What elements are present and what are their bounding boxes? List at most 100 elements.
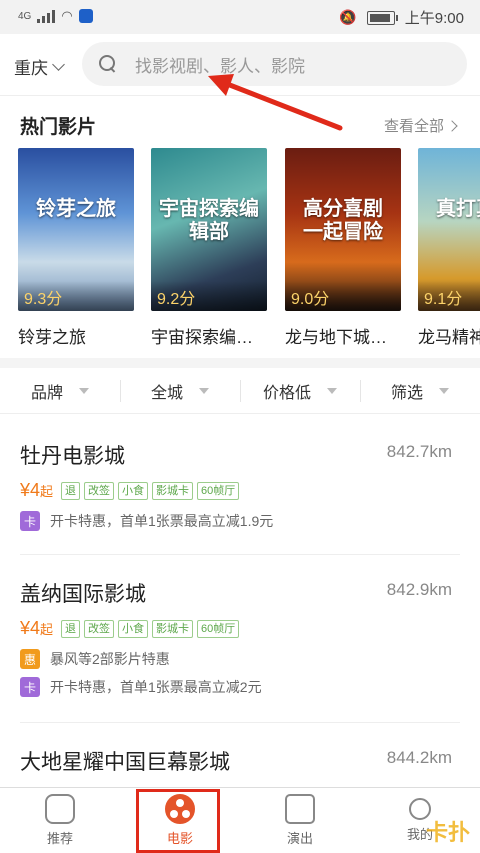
cinema-item[interactable]: 盖纳国际影城 842.9km ¥4起 退 改签 小食 影城卡 60帧厅 惠 暴风… (20, 578, 460, 697)
ticket-star-icon (285, 794, 315, 824)
cinema-promo: 惠 暴风等2部影片特惠 (20, 649, 460, 669)
movie-poster[interactable]: 宇宙探索编辑部 9.2分 (151, 148, 267, 311)
cinema-item[interactable]: 牡丹电影城 842.7km ¥4起 退 改签 小食 影城卡 60帧厅 卡 开卡特… (20, 440, 460, 531)
feature-tag: 影城卡 (152, 481, 194, 500)
movie-poster[interactable]: 高分喜剧 一起冒险 9.0分 (285, 148, 401, 311)
cinema-price: ¥4起 (20, 480, 53, 501)
card-badge: 卡 (20, 511, 40, 531)
status-bar: 4G ◠ 🔕 上午9:00 (0, 0, 480, 34)
section-title-hot-movies: 热门影片 (20, 117, 97, 138)
movie-score: 9.3分 (18, 281, 134, 311)
mute-icon: 🔕 (339, 9, 357, 25)
price-value: ¥4 (20, 618, 41, 638)
dropdown-arrow-icon (439, 387, 449, 394)
movie-name: 宇宙探索编… (151, 328, 253, 347)
signal-icon (37, 9, 56, 23)
search-icon (99, 55, 117, 73)
filter-area[interactable]: 全城 (120, 368, 240, 413)
price-suffix: 起 (40, 622, 54, 637)
cinema-promo: 卡 开卡特惠，首单1张票最高立减2元 (20, 677, 460, 697)
tab-label: 电影 (166, 831, 193, 846)
battery-icon (366, 10, 398, 25)
movie-poster[interactable]: 真打真心 9.1分 (418, 148, 480, 311)
view-all-link[interactable]: 查看全部 (383, 115, 458, 136)
movie-score: 9.2分 (151, 281, 267, 311)
filter-label: 全城 (150, 384, 183, 402)
cinema-distance: 844.2km (386, 748, 452, 767)
poster-title: 宇宙探索编辑部 (159, 198, 259, 243)
price-value: ¥4 (20, 480, 41, 500)
bottom-tab-bar: 推荐 电影 演出 我的 (0, 787, 480, 853)
chevron-right-icon (446, 119, 458, 132)
city-label: 重庆 (14, 59, 48, 78)
movie-card[interactable]: 真打真心 9.1分 龙马精神 (418, 148, 480, 348)
tab-movies[interactable]: 电影 (120, 788, 240, 853)
movie-card[interactable]: 高分喜剧 一起冒险 9.0分 龙与地下城… (285, 148, 401, 348)
poster-title: 高分喜剧 一起冒险 (303, 198, 383, 243)
robot-icon (45, 794, 75, 824)
tab-label: 演出 (286, 831, 313, 846)
feature-tag: 60帧厅 (197, 619, 240, 638)
filter-brand[interactable]: 品牌 (0, 368, 120, 413)
movie-name: 龙与地下城… (285, 328, 387, 347)
feature-tag: 改签 (84, 619, 115, 638)
filter-more[interactable]: 筛选 (360, 368, 480, 413)
cinema-distance: 842.9km (386, 580, 452, 599)
feature-tag: 小食 (118, 481, 149, 500)
wifi-icon: ◠ (61, 8, 73, 23)
clock: 上午9:00 (404, 10, 464, 27)
status-right: 🔕 上午9:00 (339, 7, 464, 28)
view-all-label: 查看全部 (383, 118, 444, 135)
movie-card[interactable]: 铃芽之旅 9.3分 铃芽之旅 (18, 148, 134, 348)
dropdown-arrow-icon (199, 387, 209, 394)
search-placeholder: 找影视剧、影人、影院 (135, 56, 305, 76)
section-divider (0, 358, 480, 368)
cinema-price: ¥4起 (20, 618, 53, 639)
search-input[interactable]: 找影视剧、影人、影院 (82, 42, 467, 86)
promo-text: 暴风等2部影片特惠 (50, 651, 170, 667)
poster-title: 真打真心 (436, 198, 480, 220)
filter-bar: 品牌 全城 价格低 筛选 (0, 368, 480, 414)
tab-label: 推荐 (46, 831, 73, 846)
discount-badge: 惠 (20, 649, 40, 669)
cinema-price-row: ¥4起 退 改签 小食 影城卡 60帧厅 (20, 480, 460, 501)
status-left: 4G ◠ (18, 8, 93, 24)
promo-text: 开卡特惠，首单1张票最高立减2元 (50, 679, 262, 695)
poster-title: 铃芽之旅 (36, 198, 116, 220)
top-header: 重庆 找影视剧、影人、影院 (0, 34, 480, 96)
dropdown-arrow-icon (327, 387, 337, 394)
card-badge: 卡 (20, 677, 40, 697)
cinema-distance: 842.7km (386, 442, 452, 461)
cinema-price-row: ¥4起 退 改签 小食 影城卡 60帧厅 (20, 618, 460, 639)
filter-label: 筛选 (390, 384, 423, 402)
cinema-promo: 卡 开卡特惠，首单1张票最高立减1.9元 (20, 511, 460, 531)
feature-tag: 改签 (84, 481, 115, 500)
feature-tag: 退 (61, 619, 81, 638)
tab-recommend[interactable]: 推荐 (0, 788, 120, 853)
promo-text: 开卡特惠，首单1张票最高立减1.9元 (50, 513, 274, 529)
price-suffix: 起 (40, 484, 54, 499)
feature-tag: 影城卡 (152, 619, 194, 638)
filter-label: 价格低 (262, 384, 311, 402)
movie-card[interactable]: 宇宙探索编辑部 9.2分 宇宙探索编… (151, 148, 267, 348)
filter-price[interactable]: 价格低 (240, 368, 360, 413)
shield-icon (78, 9, 93, 23)
movie-name: 铃芽之旅 (18, 328, 86, 347)
tab-shows[interactable]: 演出 (240, 788, 360, 853)
feature-tag: 退 (61, 481, 81, 500)
movie-poster[interactable]: 铃芽之旅 9.3分 (18, 148, 134, 311)
movie-score: 9.0分 (285, 281, 401, 311)
filter-label: 品牌 (30, 384, 63, 402)
network-type: 4G (18, 10, 32, 22)
list-separator (20, 722, 460, 723)
chevron-down-icon (52, 57, 65, 71)
hot-movies-carousel[interactable]: 铃芽之旅 9.3分 铃芽之旅 宇宙探索编辑部 9.2分 宇宙探索编… 高分喜剧 … (0, 148, 480, 348)
feature-tag: 60帧厅 (197, 481, 240, 500)
watermark-logo: 卡扑 (425, 820, 470, 845)
city-selector[interactable]: 重庆 (14, 54, 65, 79)
film-reel-icon (165, 794, 195, 824)
movie-score: 9.1分 (418, 281, 480, 311)
dropdown-arrow-icon (79, 387, 89, 394)
cinema-item[interactable]: 大地星耀中国巨幕影城 844.2km (20, 746, 460, 776)
list-separator (20, 554, 460, 555)
